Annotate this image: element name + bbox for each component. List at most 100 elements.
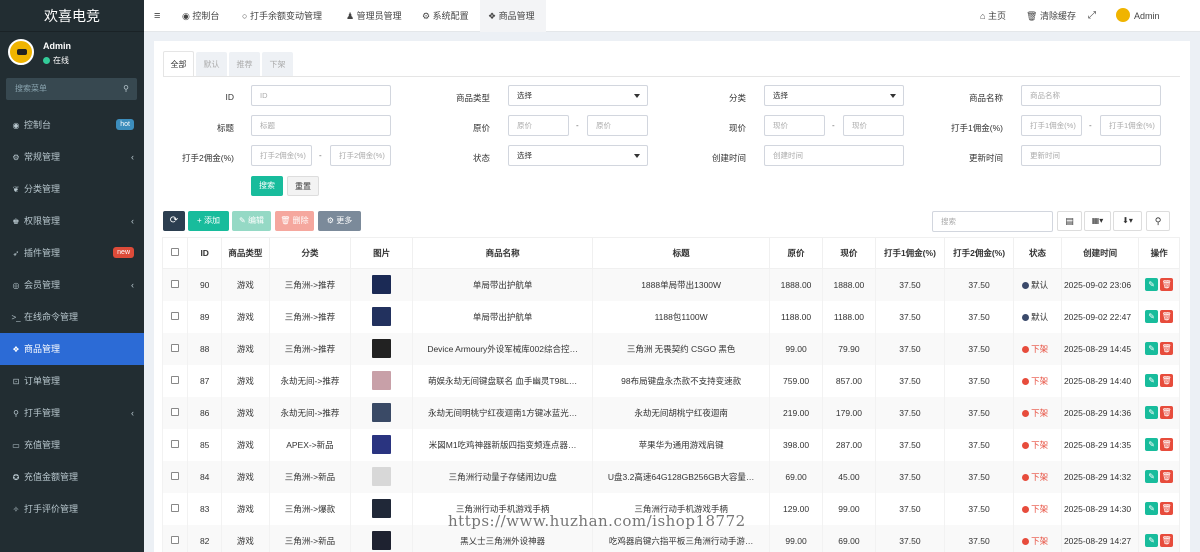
- table-row[interactable]: 84 游戏 三角洲->新品 三角洲行动量子存储闹边U盘 U盘3.2高速64G128GB2…: [161, 460, 1180, 493]
- table-row[interactable]: 88 游戏 三角洲->推荐 Device Armoury外设军械库002综合控… 三角洲…: [161, 332, 1180, 365]
- tab-offline[interactable]: 下架: [262, 52, 293, 77]
- nav-tab-goods[interactable]: ❖ 商品管理: [480, 0, 546, 32]
- user-menu[interactable]: Admin: [1116, 0, 1160, 32]
- sidebar-item-2[interactable]: ❦ 分类管理: [0, 173, 144, 205]
- delete-row-icon[interactable]: 🗑: [1160, 438, 1174, 451]
- status-select[interactable]: 选择: [508, 145, 648, 166]
- sidebar-item-10[interactable]: ▭ 充值管理: [0, 429, 144, 461]
- edit-row-icon[interactable]: ✎: [1145, 534, 1159, 547]
- refresh-button[interactable]: ⟳: [163, 211, 185, 231]
- table-search-input[interactable]: 搜索: [932, 211, 1053, 232]
- toggle-view-icon[interactable]: ▤: [1057, 211, 1082, 231]
- table-row[interactable]: 87 游戏 永劫无间->推荐 萌娱永劫无间键盘联名 血手幽灵T98L… 98布局键盘永杰…: [161, 364, 1180, 397]
- sidebar-item-9[interactable]: ⚲ 打手管理 ‹: [0, 397, 144, 429]
- product-thumbnail[interactable]: [372, 371, 392, 390]
- table-row[interactable]: 86 游戏 永劫无间->推荐 永劫无间明桃宁红夜迴南1方键冰蓝光… 永劫无间胡桃宁红夜迴…: [161, 396, 1180, 429]
- edit-row-icon[interactable]: ✎: [1145, 470, 1159, 483]
- delete-row-icon[interactable]: 🗑: [1160, 534, 1174, 547]
- edit-row-icon[interactable]: ✎: [1145, 278, 1159, 292]
- edit-row-icon[interactable]: ✎: [1145, 374, 1159, 387]
- product-thumbnail[interactable]: [372, 467, 392, 486]
- edit-row-icon[interactable]: ✎: [1145, 502, 1159, 515]
- sidebar-item-4[interactable]: ➶ 插件管理 new: [0, 237, 144, 269]
- tab-all[interactable]: 全部: [163, 51, 194, 76]
- more-button[interactable]: ⚙ 更多: [318, 211, 361, 231]
- tab-recommended[interactable]: 推荐: [229, 52, 260, 77]
- nav-tab-config[interactable]: ⚙ 系统配置: [422, 0, 474, 32]
- edit-row-icon[interactable]: ✎: [1145, 438, 1159, 451]
- sidebar-item-7[interactable]: ❖ 商品管理: [0, 333, 144, 365]
- edit-row-icon[interactable]: ✎: [1145, 342, 1159, 355]
- row-checkbox[interactable]: [171, 535, 180, 544]
- fullscreen-icon[interactable]: ⤢: [1088, 0, 1096, 32]
- delete-row-icon[interactable]: 🗑: [1160, 470, 1174, 483]
- advanced-search-icon[interactable]: ⚲: [1146, 211, 1170, 231]
- nav-tab-dashboard[interactable]: ◉ 控制台: [182, 0, 226, 32]
- product-thumbnail[interactable]: [372, 339, 392, 358]
- columns-icon[interactable]: ▦▾: [1084, 211, 1111, 231]
- delete-button[interactable]: 🗑 删除: [275, 211, 314, 231]
- type-select[interactable]: 选择: [508, 85, 648, 106]
- delete-row-icon[interactable]: 🗑: [1160, 502, 1174, 515]
- app-logo[interactable]: 欢喜电竞: [0, 0, 144, 32]
- delete-row-icon[interactable]: 🗑: [1160, 310, 1174, 323]
- tab-default[interactable]: 默认: [196, 52, 227, 77]
- row-checkbox[interactable]: [171, 439, 180, 448]
- sidebar-item-3[interactable]: ♚ 权限管理 ‹: [0, 205, 144, 237]
- product-thumbnail[interactable]: [372, 403, 392, 422]
- sidebar-item-5[interactable]: ◎ 会员管理 ‹: [0, 269, 144, 301]
- sidebar-item-8[interactable]: ⊡ 订单管理: [0, 365, 144, 397]
- delete-row-icon[interactable]: 🗑: [1160, 374, 1174, 387]
- row-checkbox[interactable]: [171, 407, 180, 416]
- add-button[interactable]: + 添加: [188, 211, 229, 231]
- product-thumbnail[interactable]: [372, 531, 392, 550]
- sidebar-item-0[interactable]: ◉ 控制台 hot: [0, 109, 144, 141]
- row-checkbox[interactable]: [171, 375, 180, 384]
- updated-input[interactable]: 更新时间: [1021, 145, 1161, 166]
- product-thumbnail[interactable]: [372, 307, 392, 326]
- row-checkbox[interactable]: [171, 279, 180, 288]
- search-button[interactable]: 搜索: [251, 176, 283, 196]
- row-checkbox[interactable]: [171, 471, 180, 480]
- sidebar-search-input[interactable]: 搜索菜单 ⚲: [6, 78, 137, 100]
- name-input[interactable]: 商品名称: [1021, 85, 1161, 106]
- edit-button[interactable]: ✎ 编辑: [232, 211, 271, 231]
- nav-tab-admin[interactable]: ♟ 管理员管理: [346, 0, 408, 32]
- orig-price-min-input[interactable]: 原价: [508, 115, 569, 136]
- table-row[interactable]: 89 游戏 三角洲->推荐 单局带出护航单 1188包1100W 1188.00 1188.…: [161, 300, 1180, 333]
- edit-row-icon[interactable]: ✎: [1145, 406, 1159, 419]
- clear-cache-link[interactable]: 🗑 清除缓存: [1026, 0, 1076, 32]
- price-min-input[interactable]: 现价: [764, 115, 825, 136]
- delete-row-icon[interactable]: 🗑: [1160, 342, 1174, 355]
- sidebar-item-11[interactable]: ✪ 充值金额管理: [0, 461, 144, 493]
- product-thumbnail[interactable]: [372, 435, 392, 454]
- created-input[interactable]: 创建时间: [764, 145, 904, 166]
- search-icon[interactable]: ⚲: [123, 78, 129, 100]
- table-row[interactable]: 90 游戏 三角洲->推荐 单局带出护航单 1888单局带出1300W 1888.00 18…: [161, 268, 1180, 301]
- comm2-max-input[interactable]: 打手2佣金(%): [330, 145, 391, 166]
- id-input[interactable]: ID: [251, 85, 391, 106]
- menu-toggle-icon[interactable]: ≡: [154, 0, 160, 32]
- edit-row-icon[interactable]: ✎: [1145, 310, 1159, 323]
- delete-row-icon[interactable]: 🗑: [1160, 406, 1174, 419]
- product-thumbnail[interactable]: [372, 275, 392, 295]
- orig-price-max-input[interactable]: 原价: [587, 115, 648, 136]
- delete-row-icon[interactable]: 🗑: [1160, 278, 1174, 292]
- price-max-input[interactable]: 现价: [843, 115, 904, 136]
- select-all-checkbox[interactable]: [171, 248, 180, 256]
- sidebar-item-1[interactable]: ⚙ 常规管理 ‹: [0, 141, 144, 173]
- row-checkbox[interactable]: [171, 503, 180, 512]
- reset-button[interactable]: 重置: [287, 176, 319, 196]
- export-icon[interactable]: ⬇▾: [1113, 211, 1142, 231]
- sidebar-item-6[interactable]: >_ 在线命令管理: [0, 301, 144, 333]
- table-row[interactable]: 85 游戏 APEX->新品 米図M1吃鸡神器新版四指变频连点器… 苹果华为通用游戏肩键…: [161, 428, 1180, 461]
- select-all-header[interactable]: [161, 237, 189, 269]
- product-thumbnail[interactable]: [372, 499, 392, 518]
- home-link[interactable]: ⌂ 主页: [980, 0, 1006, 32]
- comm1-max-input[interactable]: 打手1佣金(%): [1100, 115, 1161, 136]
- comm1-min-input[interactable]: 打手1佣金(%): [1021, 115, 1082, 136]
- category-select[interactable]: 选择: [764, 85, 904, 106]
- sidebar-item-12[interactable]: ✧ 打手评价管理: [0, 493, 144, 525]
- nav-tab-balance-log[interactable]: ○ 打手余额变动管理: [242, 0, 332, 32]
- row-checkbox[interactable]: [171, 343, 180, 352]
